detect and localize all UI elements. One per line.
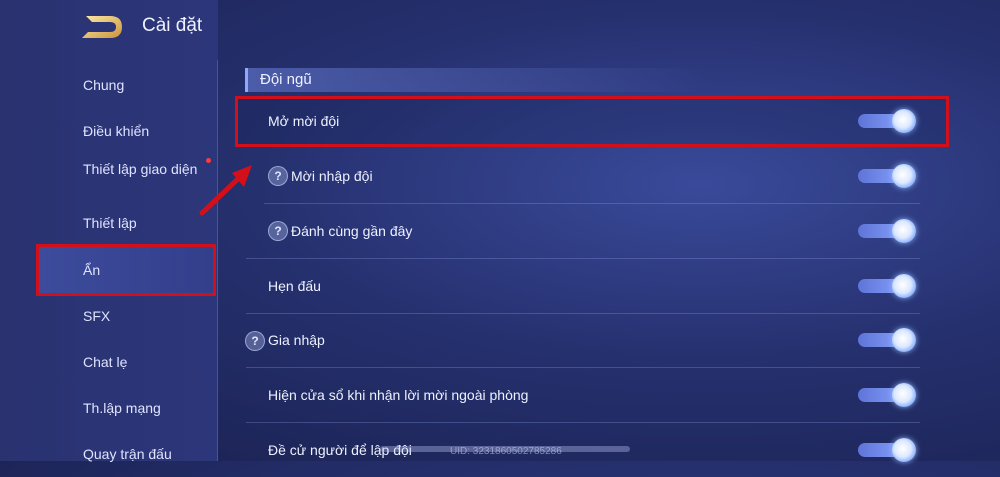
setting-label: Hẹn đấu — [268, 278, 321, 294]
help-icon[interactable]: ? — [268, 166, 288, 186]
setting-label: Mở mời đội — [268, 113, 340, 129]
page-title: Cài đặt — [142, 15, 203, 36]
setting-label: Đánh cùng gần đây — [291, 223, 413, 239]
setting-label: Hiện cửa sổ khi nhận lời mời ngoài phòng — [268, 387, 529, 403]
help-icon[interactable]: ? — [268, 221, 288, 241]
header: Cài đặt — [0, 0, 1000, 60]
help-icon[interactable]: ? — [245, 331, 265, 351]
toggle-switch[interactable] — [858, 164, 918, 188]
setting-row-invite-join: ? Mời nhập đội — [0, 149, 1000, 204]
setting-row-open-invite: Mở mời đội — [0, 94, 1000, 148]
setting-label: Mời nhập đội — [291, 168, 373, 184]
sidebar-item-general[interactable]: Chung — [83, 77, 203, 94]
toggle-switch[interactable] — [858, 219, 918, 243]
back-button[interactable] — [80, 12, 126, 42]
section-title: Đội ngũ — [245, 68, 705, 92]
toggle-switch[interactable] — [858, 274, 918, 298]
uid-text: UID: 3231860502785286 — [450, 446, 562, 457]
toggle-switch[interactable] — [858, 328, 918, 352]
toggle-switch[interactable] — [858, 383, 918, 407]
pointer-arrow-icon — [199, 165, 252, 216]
setting-label: Gia nhập — [268, 332, 325, 348]
toggle-switch[interactable] — [858, 438, 918, 462]
toggle-switch[interactable] — [858, 109, 918, 133]
back-arrow-icon — [82, 16, 122, 38]
setting-row-match-date: Hẹn đấu — [0, 259, 1000, 314]
setting-row-recent-players: ? Đánh cùng gần đây — [0, 204, 1000, 259]
setting-row-join: ? Gia nhập — [0, 313, 1000, 368]
setting-row-show-invite-window: Hiện cửa sổ khi nhận lời mời ngoài phòng — [0, 368, 1000, 423]
